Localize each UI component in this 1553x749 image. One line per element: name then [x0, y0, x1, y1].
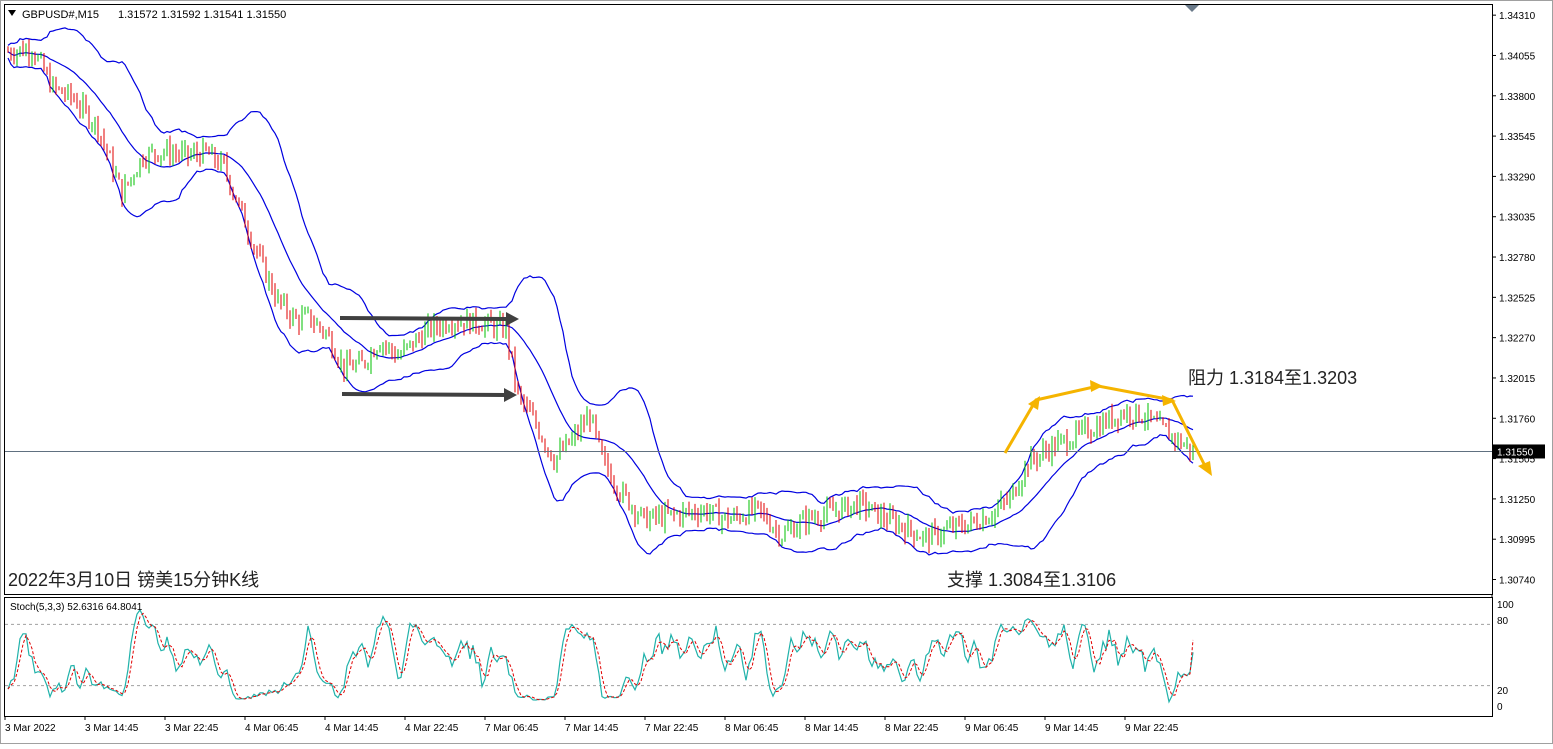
y-tick-label: 1.33800: [1499, 92, 1536, 103]
x-tick-label: 3 Mar 2022: [5, 723, 56, 734]
chart-window: 1.34310 1.34055 1.33800 1.33545 1.33290 1.330…: [0, 0, 1553, 744]
symbol-label: GBPUSD#,M15: [22, 9, 99, 21]
x-tick-label: 7 Mar 22:45: [645, 723, 699, 734]
stoch-label: Stoch(5,3,3) 52.6316 64.8041: [10, 602, 143, 613]
current-price-tag: 1.31550: [1493, 444, 1545, 459]
y-tick-label: 1.34310: [1499, 11, 1536, 22]
stoch-level-80: 80: [1497, 616, 1509, 627]
x-tick-label: 9 Mar 06:45: [965, 723, 1019, 734]
stoch-pane: [4, 597, 1493, 717]
y-tick-label: 1.33545: [1499, 132, 1536, 143]
y-tick-label: 1.32270: [1499, 334, 1536, 345]
x-tick-label: 8 Mar 14:45: [805, 723, 859, 734]
x-tick-label: 8 Mar 22:45: [885, 723, 939, 734]
y-tick-label: 1.32015: [1499, 374, 1536, 385]
x-tick-label: 4 Mar 22:45: [405, 723, 459, 734]
y-tick-label: 1.32525: [1499, 293, 1536, 304]
y-tick-label: 1.30740: [1499, 576, 1536, 587]
chart-date-title: 2022年3月10日 镑美15分钟K线: [8, 570, 259, 590]
y-tick-label: 1.33035: [1499, 213, 1536, 224]
x-tick-label: 9 Mar 14:45: [1045, 723, 1099, 734]
x-tick-label: 4 Mar 06:45: [245, 723, 299, 734]
chart-svg: 1.34310 1.34055 1.33800 1.33545 1.33290 1.330…: [0, 0, 1553, 744]
current-price-label: 1.31550: [1497, 447, 1534, 458]
x-tick-label: 7 Mar 06:45: [485, 723, 539, 734]
ohlc-readout: 1.31572 1.31592 1.31541 1.31550: [118, 9, 286, 21]
x-tick-label: 4 Mar 14:45: [325, 723, 379, 734]
x-tick-label: 3 Mar 22:45: [165, 723, 219, 734]
stoch-level-0: 0: [1497, 702, 1503, 713]
stoch-level-100: 100: [1497, 600, 1514, 611]
y-tick-label: 1.30995: [1499, 535, 1536, 546]
resistance-label: 阻力 1.3184至1.3203: [1188, 368, 1357, 388]
x-tick-label: 8 Mar 06:45: [725, 723, 779, 734]
support-label: 支撑 1.3084至1.3106: [947, 570, 1116, 590]
x-tick-label: 7 Mar 14:45: [565, 723, 619, 734]
y-tick-label: 1.31760: [1499, 414, 1536, 425]
stoch-level-20: 20: [1497, 686, 1509, 697]
y-tick-label: 1.32780: [1499, 253, 1536, 264]
y-tick-label: 1.31250: [1499, 495, 1536, 506]
y-tick-label: 1.33290: [1499, 172, 1536, 183]
price-axis: 1.34310 1.34055 1.33800 1.33545 1.33290 1.330…: [1492, 11, 1536, 587]
x-tick-label: 9 Mar 22:45: [1125, 723, 1179, 734]
y-tick-label: 1.34055: [1499, 51, 1536, 62]
x-tick-label: 3 Mar 14:45: [85, 723, 139, 734]
